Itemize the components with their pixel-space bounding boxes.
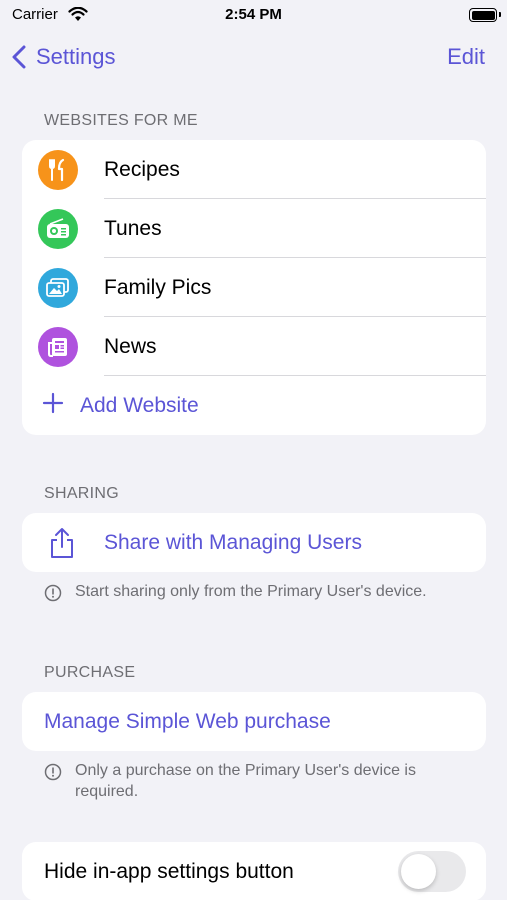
purchase-note: Only a purchase on the Primary User's de… xyxy=(75,762,416,800)
manage-purchase-label: Manage Simple Web purchase xyxy=(44,709,331,733)
add-website-button[interactable]: Add Website xyxy=(22,376,486,435)
fork-knife-icon xyxy=(38,150,78,190)
list-item-label: Tunes xyxy=(104,216,162,240)
share-with-managing-users-button[interactable]: Share with Managing Users xyxy=(22,513,486,572)
radio-icon xyxy=(38,209,78,249)
list-item-tunes[interactable]: Tunes xyxy=(22,199,486,258)
list-item-recipes[interactable]: Recipes xyxy=(22,140,486,199)
share-icon xyxy=(51,528,73,558)
add-website-label: Add Website xyxy=(80,393,199,417)
list-item-label: News xyxy=(104,334,157,358)
info-icon xyxy=(44,763,62,781)
photos-icon xyxy=(38,268,78,308)
sharing-card: Share with Managing Users xyxy=(22,513,486,572)
hide-settings-button-toggle[interactable] xyxy=(398,851,466,892)
back-button[interactable]: Settings xyxy=(12,44,116,70)
navigation-bar: Settings Edit xyxy=(0,36,507,80)
list-item-label: Recipes xyxy=(104,157,180,181)
newspaper-icon xyxy=(38,327,78,367)
sharing-footnote: Start sharing only from the Primary User… xyxy=(44,581,464,602)
plus-icon xyxy=(42,392,64,414)
purchase-footnote: Only a purchase on the Primary User's de… xyxy=(44,760,464,802)
list-item-family-pics[interactable]: Family Pics xyxy=(22,258,486,317)
clock: 2:54 PM xyxy=(225,6,282,23)
battery-icon xyxy=(469,8,501,22)
section-header-sharing: SHARING xyxy=(44,485,119,502)
manage-purchase-button[interactable]: Manage Simple Web purchase xyxy=(22,692,486,751)
share-with-managing-users-label: Share with Managing Users xyxy=(104,530,362,554)
websites-list: Recipes Tunes Family Pics News Add Websi… xyxy=(22,140,486,435)
list-item-label: Family Pics xyxy=(104,275,212,299)
hide-settings-button-row: Hide in-app settings button xyxy=(22,842,486,900)
chevron-left-icon xyxy=(12,45,26,69)
info-icon xyxy=(44,584,62,602)
hide-settings-button-label: Hide in-app settings button xyxy=(44,859,294,883)
purchase-card: Manage Simple Web purchase xyxy=(22,692,486,751)
section-header-purchase: PURCHASE xyxy=(44,664,136,681)
list-item-news[interactable]: News xyxy=(22,317,486,376)
back-button-label: Settings xyxy=(36,44,116,69)
edit-button[interactable]: Edit xyxy=(447,44,485,70)
toggle-knob xyxy=(401,854,436,889)
section-header-websites: WEBSITES FOR ME xyxy=(44,112,198,129)
settings-button-card: Hide in-app settings button xyxy=(22,842,486,900)
sharing-note: Start sharing only from the Primary User… xyxy=(75,583,427,600)
status-bar: Carrier 2:54 PM xyxy=(0,0,507,30)
